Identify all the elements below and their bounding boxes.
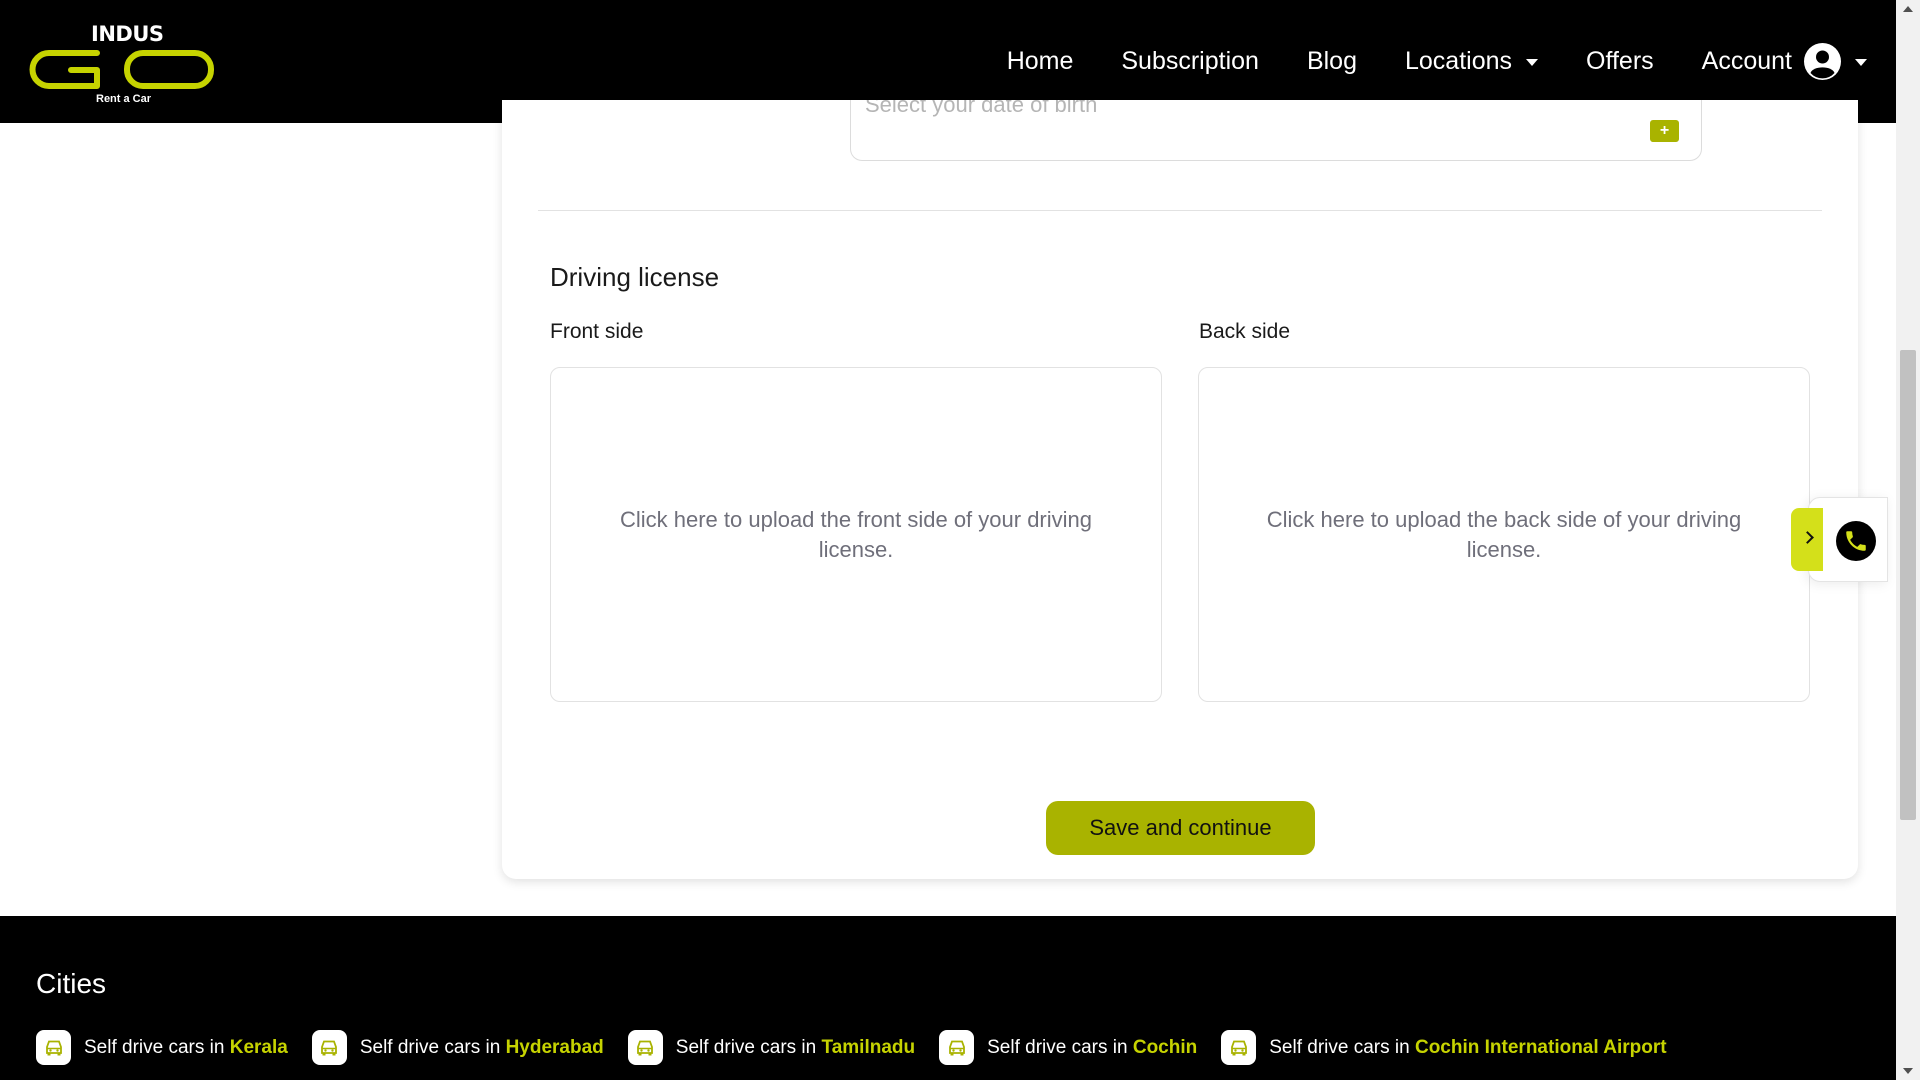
city-name: Cochin (1132, 1036, 1198, 1058)
footer-cities-title: Cities (36, 968, 107, 999)
footer: Cities Self drive cars in Kerala Self dr… (0, 916, 1896, 1080)
back-side-upload[interactable]: Click here to upload the back side of yo… (1198, 367, 1810, 702)
car-icon (627, 1030, 663, 1065)
city-link-text: Self drive cars in Cochin International … (1269, 1037, 1666, 1059)
city-link-prefix: Self drive cars in (987, 1036, 1133, 1058)
chevron-right-icon (1801, 531, 1814, 544)
back-side-label: Back side (1199, 320, 1291, 343)
call-widget-toggle[interactable] (1791, 508, 1823, 571)
brand-logo[interactable]: INDUS Rent a Car (27, 22, 217, 108)
city-link-cochin[interactable]: Self drive cars in Cochin (939, 1030, 1197, 1065)
nav-offers[interactable]: Offers (1586, 47, 1654, 76)
nav-account-label: Account (1701, 47, 1792, 75)
city-link-text: Self drive cars in Kerala (84, 1037, 288, 1059)
driving-license-title: Driving license (550, 262, 720, 292)
car-icon (36, 1030, 71, 1065)
date-picker-button[interactable]: + (1650, 120, 1679, 142)
date-of-birth-field[interactable]: Select your date of birth + (850, 100, 1702, 161)
scroll-up-arrow-icon[interactable] (1903, 6, 1913, 12)
nav-home[interactable]: Home (1007, 47, 1074, 76)
city-link-prefix: Self drive cars in (84, 1036, 230, 1058)
front-side-label: Front side (550, 320, 644, 343)
city-link-prefix: Self drive cars in (675, 1036, 822, 1058)
front-upload-text: Click here to upload the front side of y… (619, 506, 1093, 562)
brand-top-text: INDUS (91, 22, 164, 46)
brand-wordmark-icon (29, 50, 214, 89)
car-icon (1221, 1030, 1257, 1065)
car-icon (939, 1030, 975, 1065)
caret-down-icon (1526, 59, 1539, 66)
city-name: Kerala (229, 1036, 288, 1058)
city-link-hyderabad[interactable]: Self drive cars in Hyderabad (311, 1030, 604, 1065)
city-link-kerala[interactable]: Self drive cars in Kerala (36, 1030, 288, 1065)
section-divider (538, 210, 1822, 211)
nav-blog[interactable]: Blog (1307, 47, 1357, 76)
back-upload-text: Click here to upload the back side of yo… (1266, 506, 1742, 562)
city-name: Tamilnadu (821, 1036, 916, 1058)
nav-locations-label: Locations (1405, 47, 1513, 75)
city-link-prefix: Self drive cars in (359, 1036, 506, 1058)
phone-icon[interactable] (1836, 521, 1876, 561)
city-name: Hyderabad (505, 1036, 604, 1058)
city-link-text: Self drive cars in Tamilnadu (676, 1037, 915, 1059)
nav-account-dropdown[interactable]: Account (1702, 43, 1867, 80)
brand-tagline: Rent a Car (96, 93, 152, 105)
profile-form-card: Select your date of birth + Driving lice… (502, 100, 1858, 879)
city-link-text: Self drive cars in Cochin (987, 1037, 1197, 1059)
city-link-text: Self drive cars in Hyderabad (360, 1037, 604, 1059)
caret-down-icon (1855, 59, 1867, 66)
scrollbar-thumb[interactable] (1900, 350, 1916, 820)
phone-glyph-icon (1846, 531, 1866, 551)
city-links: Self drive cars in Kerala Self drive car… (36, 1030, 1691, 1065)
nav-locations-dropdown[interactable]: Locations (1405, 47, 1539, 76)
city-name: Cochin International Airport (1414, 1036, 1667, 1058)
date-of-birth-placeholder: Select your date of birth (865, 100, 1098, 117)
car-icon (311, 1030, 347, 1065)
front-side-upload[interactable]: Click here to upload the front side of y… (550, 367, 1162, 702)
nav-subscription[interactable]: Subscription (1121, 47, 1259, 76)
page-scrollbar[interactable] (1896, 0, 1920, 1080)
city-link-tamilnadu[interactable]: Self drive cars in Tamilnadu (627, 1030, 915, 1065)
city-link-prefix: Self drive cars in (1269, 1036, 1415, 1058)
city-link-cochin-airport[interactable]: Self drive cars in Cochin International … (1221, 1030, 1667, 1065)
save-and-continue-button[interactable]: Save and continue (1046, 801, 1315, 855)
user-avatar-icon (1804, 43, 1841, 80)
scroll-down-arrow-icon[interactable] (1903, 1068, 1913, 1074)
